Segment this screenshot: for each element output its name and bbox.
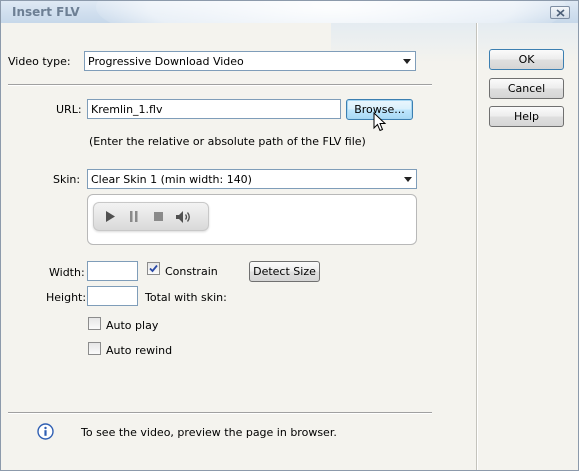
info-text: To see the video, preview the page in br… (81, 426, 337, 439)
skin-controls-bar (93, 202, 209, 231)
mouse-cursor-icon (373, 112, 387, 132)
right-column-divider (476, 23, 478, 470)
insert-flv-dialog: Insert FLV Video type: Progressive Downl… (0, 0, 579, 471)
ok-button[interactable]: OK (489, 49, 564, 70)
help-button[interactable]: Help (489, 106, 564, 127)
total-with-skin-label: Total with skin: (145, 291, 227, 304)
pause-icon (130, 211, 138, 222)
skin-preview (87, 194, 417, 245)
play-icon (106, 211, 115, 222)
close-icon (555, 8, 565, 17)
detect-size-button[interactable]: Detect Size (249, 261, 320, 282)
height-input[interactable] (87, 286, 138, 306)
skin-value: Clear Skin 1 (min width: 140) (91, 173, 252, 186)
constrain-checkbox[interactable] (147, 262, 160, 275)
constrain-label: Constrain (165, 265, 218, 278)
stop-icon (154, 212, 163, 221)
window-title: Insert FLV (12, 5, 80, 19)
title-bar[interactable]: Insert FLV (1, 1, 578, 53)
divider-top (8, 84, 432, 86)
chevron-down-icon (403, 59, 411, 64)
url-label: URL: (56, 103, 82, 116)
close-button[interactable] (550, 6, 570, 19)
dialog-body: Video type: Progressive Download Video U… (1, 23, 578, 470)
video-type-select[interactable]: Progressive Download Video (84, 51, 416, 71)
checkmark-icon (149, 264, 158, 273)
skin-label: Skin: (53, 173, 81, 186)
url-hint-text: (Enter the relative or absolute path of … (89, 135, 366, 148)
skin-select[interactable]: Clear Skin 1 (min width: 140) (87, 169, 417, 189)
url-input[interactable]: Kremlin_1.flv (87, 99, 341, 119)
width-label: Width: (49, 266, 85, 279)
video-type-label: Video type: (8, 55, 71, 68)
height-label: Height: (46, 291, 87, 304)
auto-rewind-checkbox[interactable] (88, 342, 101, 355)
info-icon (37, 423, 54, 440)
volume-icon (176, 211, 190, 223)
auto-play-checkbox[interactable] (88, 317, 101, 330)
cancel-button[interactable]: Cancel (489, 78, 564, 99)
video-type-value: Progressive Download Video (88, 55, 244, 68)
divider-bottom (8, 412, 432, 414)
chevron-down-icon (404, 177, 412, 182)
auto-play-label: Auto play (106, 319, 159, 332)
url-value: Kremlin_1.flv (91, 103, 163, 116)
width-input[interactable] (87, 261, 138, 281)
auto-rewind-label: Auto rewind (106, 344, 173, 357)
